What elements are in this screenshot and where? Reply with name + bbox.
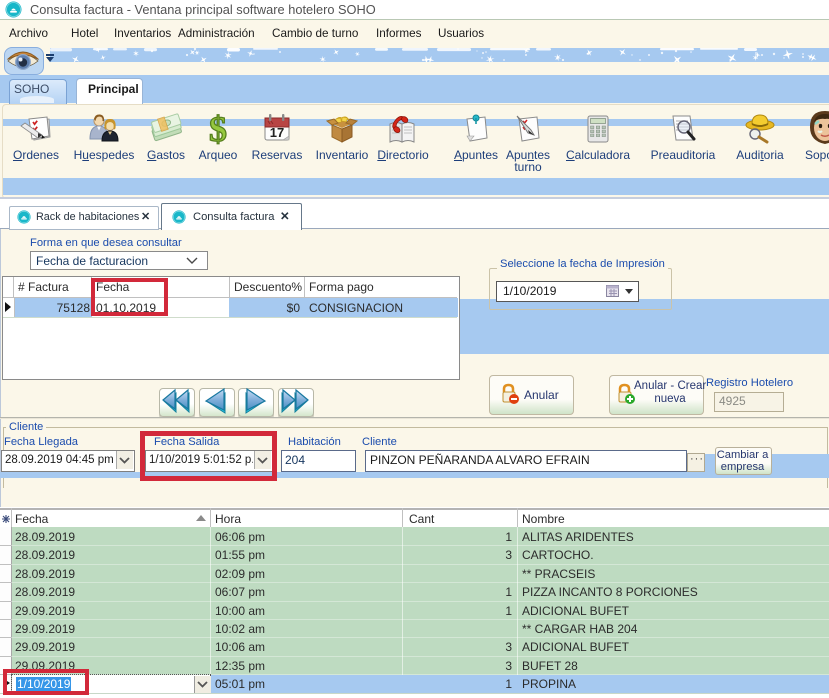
svg-text:17: 17 — [270, 125, 284, 140]
svg-text:$: $ — [209, 112, 227, 146]
